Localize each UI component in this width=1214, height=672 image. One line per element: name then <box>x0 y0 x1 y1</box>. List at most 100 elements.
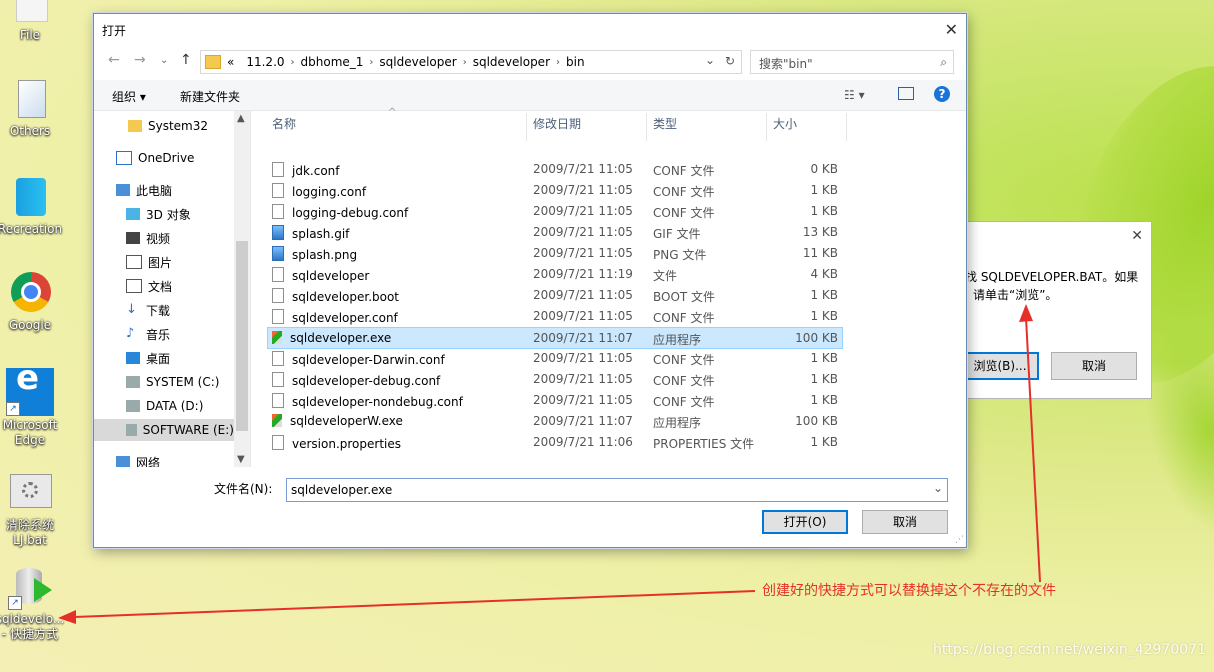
column-divider[interactable] <box>846 113 847 141</box>
column-header-type[interactable]: 类型 <box>653 115 763 139</box>
table-row[interactable]: sqldeveloper-Darwin.conf 2009/7/21 11:05 C… <box>268 348 842 368</box>
nav-item-network[interactable]: 网络 <box>116 451 160 467</box>
organize-button[interactable]: 组织 ▾ <box>112 88 146 105</box>
back-arrow-icon[interactable]: ← <box>108 52 120 68</box>
nav-item-this-pc[interactable]: 此电脑 <box>116 179 172 201</box>
scroll-thumb[interactable] <box>236 241 248 431</box>
chevron-down-icon[interactable]: ⌄ <box>933 481 943 495</box>
table-row[interactable]: sqldeveloper.conf 2009/7/21 11:05 CONF 文件 1… <box>268 306 842 326</box>
image-file-icon <box>272 246 284 261</box>
missing-file-dialog: ✕ 找 SQLDEVELOPER.BAT。如果 请单击“浏览”。 浏览(B)..… <box>961 221 1152 399</box>
desktop-icon-label: Others <box>9 124 51 138</box>
breadcrumb-item[interactable]: sqldeveloper <box>379 55 456 69</box>
desktop-icon-recreation[interactable]: Recreation <box>0 176 67 237</box>
chevron-right-icon[interactable]: › <box>463 57 467 68</box>
nav-item-onedrive[interactable]: OneDrive <box>116 147 194 169</box>
table-row[interactable]: sqldeveloper-nondebug.conf 2009/7/21 11:0… <box>268 390 842 410</box>
breadcrumb-item[interactable]: dbhome_1 <box>301 55 364 69</box>
table-row[interactable]: splash.png 2009/7/21 11:05 PNG 文件 11 KB <box>268 243 842 263</box>
file-name-text: jdk.conf <box>292 164 340 178</box>
chevron-down-icon[interactable]: ▼ <box>237 454 245 465</box>
nav-item-documents[interactable]: 文档 <box>126 275 172 297</box>
nav-item-pictures[interactable]: 图片 <box>126 251 172 273</box>
nav-item-system32[interactable]: System32 <box>128 115 208 137</box>
nav-item-drive-d[interactable]: DATA (D:) <box>126 395 203 417</box>
nav-item-videos[interactable]: 视频 <box>126 227 170 249</box>
desktop-icon-file[interactable]: File <box>0 0 67 43</box>
breadcrumb-item[interactable]: 11.2.0 <box>246 55 284 69</box>
table-row[interactable]: logging.conf 2009/7/21 11:05 CONF 文件 1 KB <box>268 180 842 200</box>
table-row[interactable]: logging-debug.conf 2009/7/21 11:05 CONF 文件… <box>268 201 842 221</box>
refresh-icon[interactable]: ↻ <box>725 54 735 68</box>
filename-input[interactable]: sqldeveloper.exe ⌄ <box>286 478 948 502</box>
desktop-icon-sqldeveloper-shortcut[interactable]: ↗ sqldevelo... - 快捷方式 <box>0 566 67 642</box>
file-size: 0 KB <box>810 162 838 176</box>
column-divider[interactable] <box>526 113 527 141</box>
cancel-button[interactable]: 取消 <box>1051 352 1137 380</box>
table-row[interactable]: sqldeveloperW.exe 2009/7/21 11:07 应用程序 100 … <box>268 411 842 431</box>
desktop-icon-edge[interactable]: e ↗ Microsoft Edge <box>0 361 67 448</box>
new-folder-button[interactable]: 新建文件夹 <box>180 88 240 105</box>
help-icon[interactable]: ? <box>934 86 950 102</box>
desktop-icon-google[interactable]: Google <box>0 272 67 333</box>
column-header-name[interactable]: 名称 <box>272 115 522 139</box>
search-box[interactable]: 搜索"bin" ⌕ <box>750 50 954 74</box>
table-row[interactable]: sqldeveloper.boot 2009/7/21 11:05 BOOT 文件 1… <box>268 285 842 305</box>
nav-scrollbar[interactable]: ▲ ▼ <box>234 111 250 467</box>
filename-value: sqldeveloper.exe <box>291 483 393 497</box>
table-row[interactable]: sqldeveloper-debug.conf 2009/7/21 11:05 CO… <box>268 369 842 389</box>
address-bar[interactable]: « 11.2.0 › dbhome_1 › sqldeveloper › sqldev… <box>200 50 742 74</box>
image-file-icon <box>272 225 284 240</box>
table-row[interactable]: splash.gif 2009/7/21 11:05 GIF 文件 13 KB <box>268 222 842 242</box>
chevron-down-icon[interactable]: ⌄ <box>160 55 168 66</box>
nav-item-3d-objects[interactable]: 3D 对象 <box>126 203 191 225</box>
close-icon[interactable]: ✕ <box>945 20 958 39</box>
resize-grip-icon[interactable]: ⋰ <box>955 535 964 545</box>
close-icon[interactable]: ✕ <box>1131 228 1143 244</box>
desktop-icon-clean-bat[interactable]: 清除系统 LJ.bat <box>0 472 67 548</box>
breadcrumb-item[interactable]: sqldeveloper <box>473 55 550 69</box>
annotation-text: 创建好的快捷方式可以替换掉这个不存在的文件 <box>762 583 1056 599</box>
column-divider[interactable] <box>766 113 767 141</box>
table-row[interactable]: sqldeveloper 2009/7/21 11:19 文件 4 KB <box>268 264 842 284</box>
file-name-text: version.properties <box>292 437 402 451</box>
open-button[interactable]: 打开(O) <box>762 510 848 534</box>
chevron-right-icon[interactable]: › <box>369 57 373 68</box>
preview-pane-icon[interactable] <box>898 87 914 100</box>
breadcrumb-overflow[interactable]: « <box>227 55 234 69</box>
table-row[interactable]: sqldeveloper.exe 2009/7/21 11:07 应用程序 100 K… <box>267 327 843 349</box>
file-name: splash.gif <box>272 225 349 241</box>
browse-button[interactable]: 浏览(B)... <box>961 352 1039 380</box>
desktop-icon-others[interactable]: Others <box>0 78 67 139</box>
forward-arrow-icon[interactable]: → <box>134 52 146 68</box>
nav-item-downloads[interactable]: ↓ 下载 <box>126 299 170 321</box>
cancel-button[interactable]: 取消 <box>862 510 948 534</box>
file-type: CONF 文件 <box>653 353 715 367</box>
column-header-date[interactable]: 修改日期 <box>533 115 643 139</box>
nav-item-label: 网络 <box>136 455 161 468</box>
column-header-size[interactable]: 大小 <box>773 115 843 139</box>
table-row[interactable]: jdk.conf 2009/7/21 11:05 CONF 文件 0 KB <box>268 159 842 179</box>
file-size: 11 KB <box>802 246 838 260</box>
dialog-message: 请单击“浏览”。 <box>973 288 1058 302</box>
table-row[interactable]: version.properties 2009/7/21 11:06 PROPERT… <box>268 432 842 452</box>
breadcrumb-item[interactable]: bin <box>566 55 585 69</box>
file-icon <box>272 435 284 450</box>
file-date: 2009/7/21 11:05 <box>533 309 633 323</box>
file-name-text: splash.gif <box>292 227 350 241</box>
chevron-right-icon[interactable]: › <box>556 57 560 68</box>
nav-item-music[interactable]: ♪ 音乐 <box>126 323 170 345</box>
nav-item-drive-e[interactable]: SOFTWARE (E:) <box>94 419 234 441</box>
chevron-up-icon[interactable]: ▲ <box>237 113 245 124</box>
view-options-icon[interactable]: ☷ ▾ <box>844 88 865 102</box>
file-size: 4 KB <box>810 267 838 281</box>
file-name: jdk.conf <box>272 162 339 178</box>
file-name-text: logging.conf <box>292 185 367 199</box>
nav-item-desktop[interactable]: 桌面 <box>126 347 170 369</box>
up-arrow-icon[interactable]: ↑ <box>180 52 192 68</box>
column-divider[interactable] <box>646 113 647 141</box>
chevron-down-icon[interactable]: ⌄ <box>705 53 715 67</box>
nav-item-drive-c[interactable]: SYSTEM (C:) <box>126 371 219 393</box>
chevron-right-icon[interactable]: › <box>291 57 295 68</box>
file-size: 13 KB <box>802 225 838 239</box>
